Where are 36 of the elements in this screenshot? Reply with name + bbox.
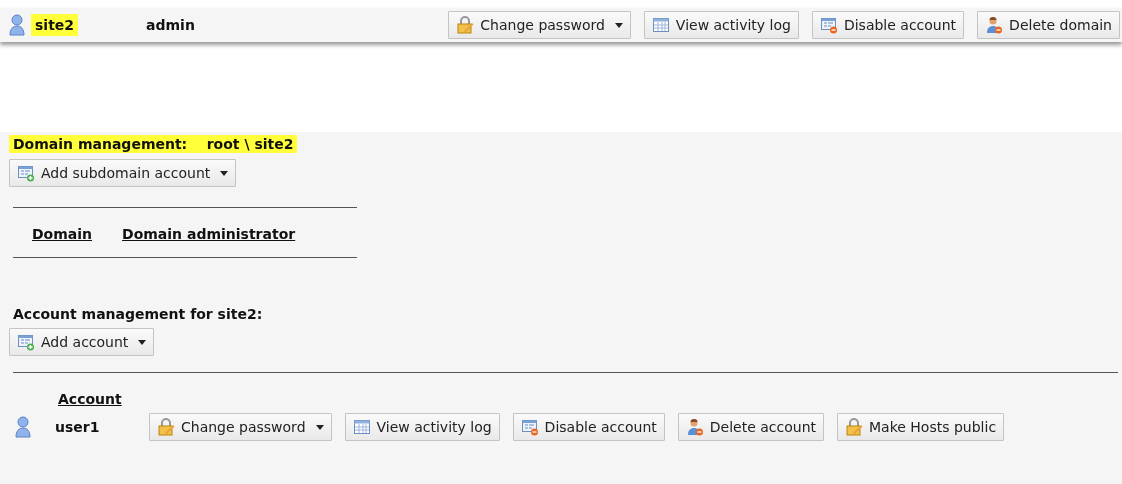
column-header[interactable]: Domain [32, 226, 93, 242]
action-button[interactable]: Disable account [512, 413, 665, 441]
account-name: user1 [55, 419, 101, 435]
column-header[interactable]: Domain administrator [122, 226, 296, 242]
section-heading: Account management for site2: [13, 306, 264, 322]
form-plus-icon [17, 333, 35, 351]
action-button[interactable]: Change password [448, 11, 631, 39]
caret-icon [220, 170, 229, 176]
user-minus-icon [985, 16, 1004, 34]
action-button[interactable]: Disable account [811, 11, 965, 39]
caret-icon [315, 424, 324, 430]
table-icon [352, 418, 371, 436]
form-minus-icon [520, 418, 539, 436]
table-icon [651, 16, 670, 34]
action-button[interactable]: Delete domain [977, 11, 1120, 39]
action-button[interactable]: View activity log [643, 11, 799, 39]
user-icon [9, 14, 25, 36]
domain-name: site2 [31, 14, 79, 36]
caret-icon [614, 22, 623, 28]
lock-icon [845, 418, 863, 436]
add-subdomain-button[interactable]: Add subdomain account [9, 159, 237, 187]
user-icon [15, 416, 31, 438]
form-minus-icon [819, 16, 838, 34]
add-account-button[interactable]: Add account [9, 328, 155, 356]
user-minus-icon [685, 418, 704, 436]
action-button[interactable]: Change password [149, 413, 332, 441]
form-plus-icon [17, 164, 35, 182]
action-button[interactable]: Make Hosts public [837, 413, 1005, 441]
lock-icon [157, 418, 175, 436]
column-header[interactable]: Account [58, 391, 122, 407]
caret-icon [138, 339, 147, 345]
lock-icon [456, 16, 475, 34]
domain-admin: admin [146, 17, 195, 33]
section-heading: Domain management: root \ site2 [9, 135, 298, 153]
action-button[interactable]: Delete account [677, 413, 824, 441]
action-button[interactable]: View activity log [344, 413, 500, 441]
